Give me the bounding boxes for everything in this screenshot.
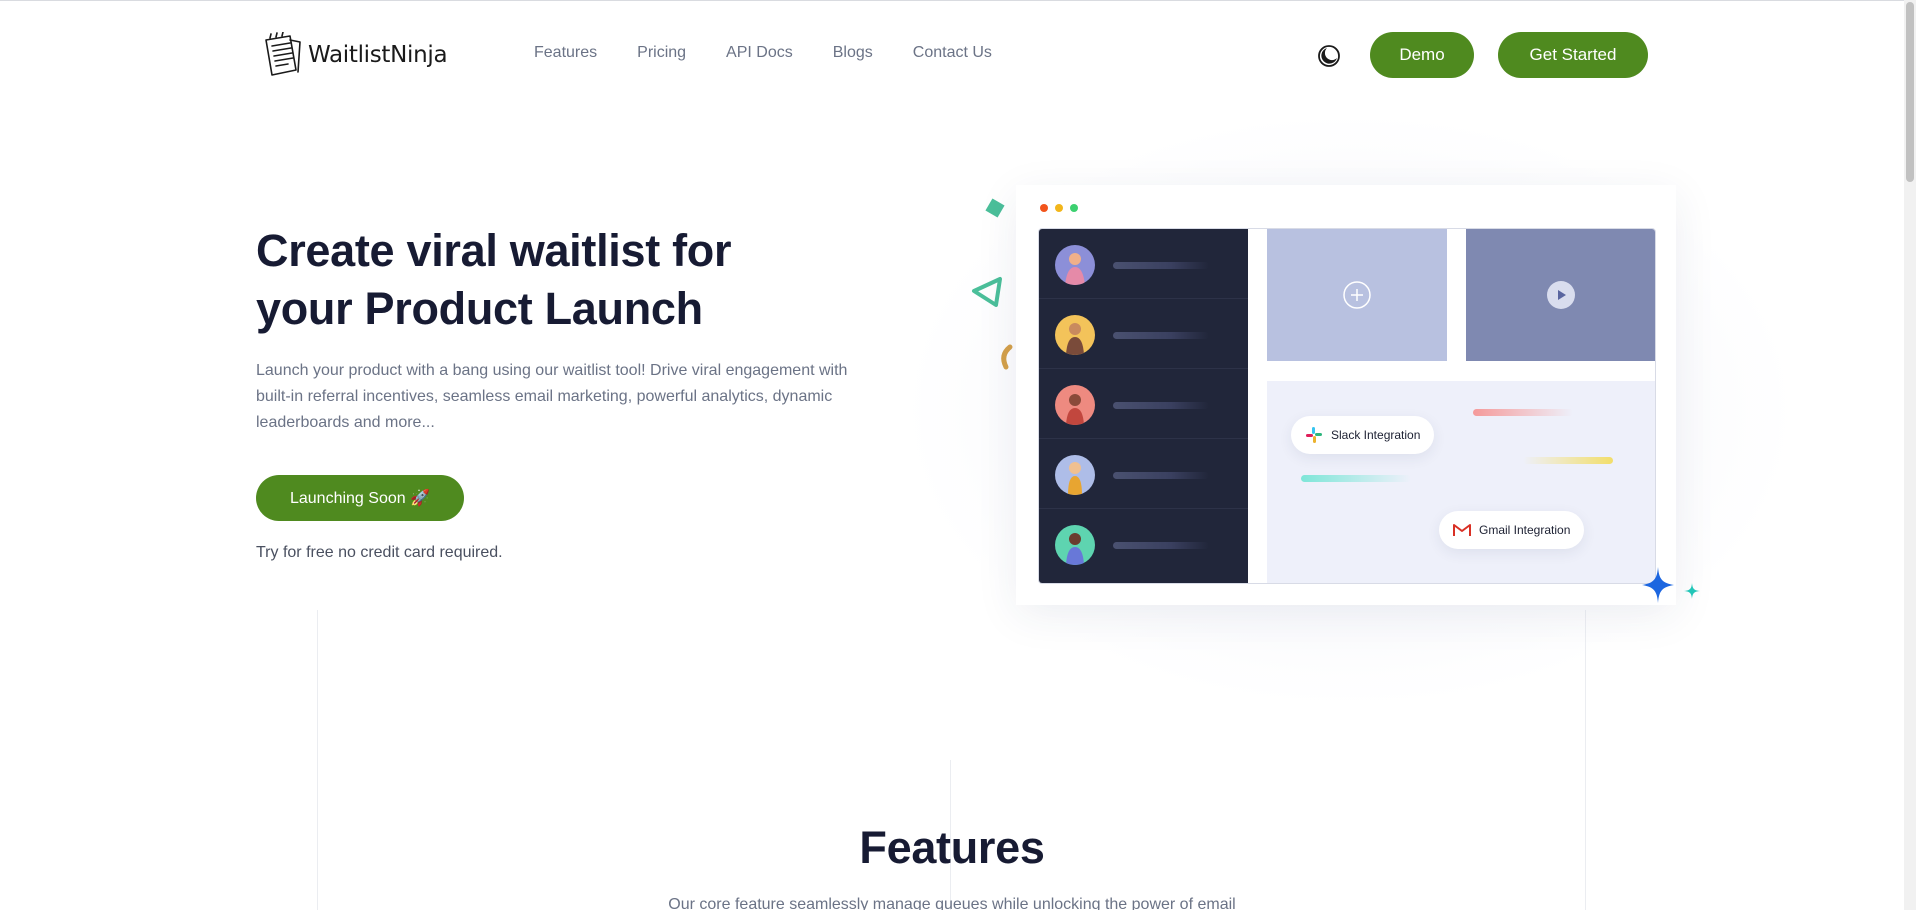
avatar [1055, 525, 1095, 565]
scrollbar-thumb[interactable] [1906, 2, 1914, 182]
window-controls [1040, 204, 1078, 212]
brand-name: WaitlistNinja [308, 42, 448, 68]
gmail-integration-badge: Gmail Integration [1439, 511, 1585, 549]
hero-title: Create viral waitlist for your Product L… [256, 222, 816, 338]
nav-pricing[interactable]: Pricing [637, 44, 686, 62]
placeholder-bar [1113, 332, 1209, 339]
placeholder-bar [1473, 409, 1573, 416]
swirl-shape [1001, 344, 1013, 370]
sparkle-icon [1642, 567, 1700, 603]
gmail-integration-label: Gmail Integration [1479, 523, 1571, 537]
avatar [1055, 455, 1095, 495]
preview-tile [1466, 229, 1655, 361]
avatar [1055, 385, 1095, 425]
list-item [1039, 229, 1248, 299]
placeholder-bar [1113, 402, 1209, 409]
features-subtitle: Our core feature seamlessly manage queue… [668, 896, 1236, 910]
diamond-shape [985, 198, 1005, 218]
integrations-panel: Slack Integration Gmail Integration [1267, 381, 1655, 583]
play-icon [1547, 281, 1575, 309]
slack-integration-label: Slack Integration [1331, 428, 1421, 442]
nav-blogs[interactable]: Blogs [833, 44, 873, 62]
gmail-icon [1453, 524, 1471, 536]
window-dot-red [1040, 204, 1048, 212]
launching-soon-button[interactable]: Launching Soon 🚀 [256, 475, 464, 521]
placeholder-bar [1301, 475, 1411, 482]
avatar [1055, 245, 1095, 285]
nav-contact-us[interactable]: Contact Us [913, 44, 992, 62]
demo-button[interactable]: Demo [1370, 32, 1474, 78]
triangle-shape [972, 277, 1002, 307]
preview-sidebar [1039, 229, 1248, 583]
slack-icon [1306, 427, 1322, 443]
window-dot-yellow [1055, 204, 1063, 212]
placeholder-bar [1113, 262, 1209, 269]
list-item [1039, 299, 1248, 369]
avatar [1055, 315, 1095, 355]
nav-api-docs[interactable]: API Docs [726, 44, 793, 62]
placeholder-bar [1523, 457, 1613, 464]
brand-logo[interactable]: WaitlistNinja [260, 32, 448, 78]
main-nav: Features Pricing API Docs Blogs Contact … [534, 44, 1032, 62]
preview-tile [1267, 229, 1447, 361]
slack-integration-badge: Slack Integration [1291, 416, 1435, 454]
app-preview-frame: Slack Integration Gmail Integration [1038, 228, 1656, 584]
nav-features[interactable]: Features [534, 44, 597, 62]
site-header: WaitlistNinja Features Pricing API Docs … [0, 0, 1904, 110]
list-item [1039, 439, 1248, 509]
hero-note: Try for free no credit card required. [256, 544, 503, 561]
placeholder-bar [1113, 542, 1209, 549]
hero-description: Launch your product with a bang using ou… [256, 362, 848, 431]
get-started-button[interactable]: Get Started [1498, 32, 1648, 78]
moon-icon[interactable] [1316, 43, 1342, 69]
list-item [1039, 369, 1248, 439]
notepad-logo-icon [265, 32, 301, 76]
window-dot-green [1070, 204, 1078, 212]
page-scrollbar[interactable] [1904, 0, 1916, 910]
title-highlight: viral waitlist [406, 222, 661, 280]
placeholder-bar [1113, 472, 1209, 479]
features-title: Features [859, 822, 1045, 873]
list-item [1039, 509, 1248, 579]
plus-icon [1343, 281, 1371, 309]
